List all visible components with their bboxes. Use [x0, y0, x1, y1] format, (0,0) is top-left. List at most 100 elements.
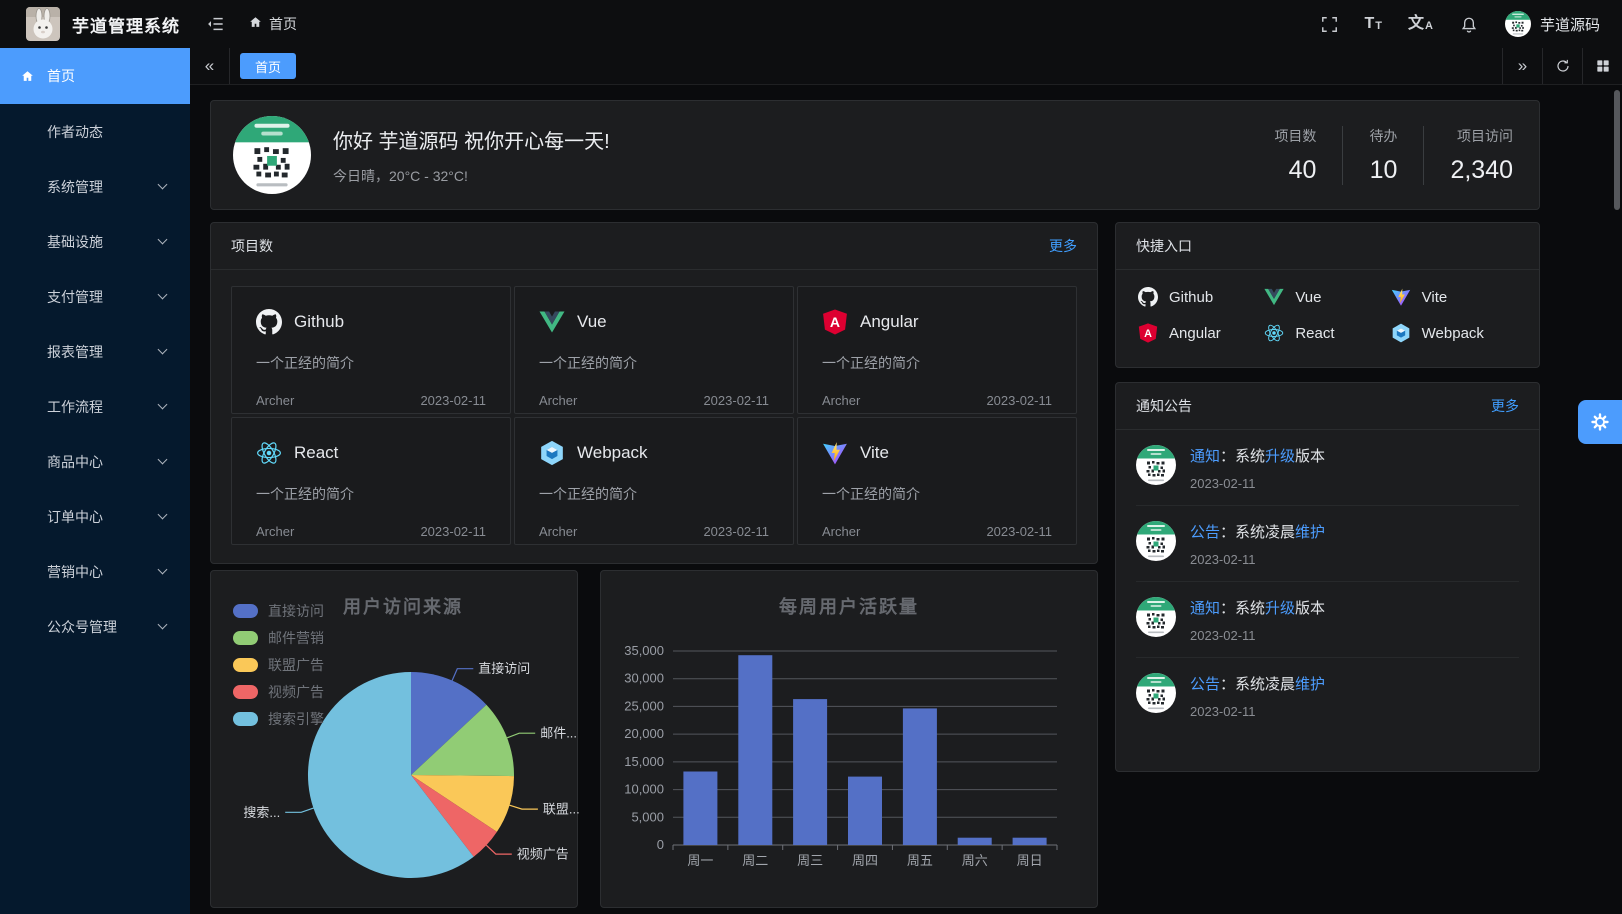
svg-text:25,000: 25,000	[624, 698, 664, 713]
sidebar-item-order[interactable]: 订单中心	[0, 489, 190, 544]
bell-glyph	[1459, 14, 1479, 34]
fullscreen-icon[interactable]	[1320, 15, 1339, 34]
notice-date: 2023-02-11	[1190, 704, 1325, 719]
user-menu[interactable]: 芋道源码	[1505, 11, 1600, 37]
sidebar-item-workflow[interactable]: 工作流程	[0, 379, 190, 434]
app-root: 芋道管理系统 首页 TT 文A 芋道源码 首页作者动态系统管理基础设施支付管理报…	[0, 0, 1622, 914]
shortcut-label: Vue	[1295, 289, 1321, 306]
project-name: Angular	[860, 312, 919, 332]
project-card-vite[interactable]: Vite一个正经的简介Archer2023-02-11	[797, 417, 1077, 545]
legend-item-联盟广告[interactable]: 联盟广告	[233, 651, 324, 678]
notice-date: 2023-02-11	[1190, 552, 1325, 567]
notice-item-3[interactable]: 通知：系统升级版本2023-02-11	[1136, 582, 1519, 658]
project-card-webpack[interactable]: Webpack一个正经的简介Archer2023-02-11	[514, 417, 794, 545]
project-description: 一个正经的简介	[539, 484, 769, 504]
layout-grid-button[interactable]	[1582, 48, 1622, 84]
legend-item-搜索引擎[interactable]: 搜索引擎	[233, 705, 324, 732]
vite-icon	[822, 440, 848, 466]
notices-more-link[interactable]: 更多	[1491, 396, 1519, 416]
notice-item-2[interactable]: 公告：系统凌晨维护2023-02-11	[1136, 506, 1519, 582]
sidebar-item-home[interactable]: 首页	[0, 48, 190, 104]
shortcut-vue[interactable]: Vue	[1264, 287, 1390, 307]
breadcrumb-label: 首页	[269, 14, 297, 34]
projects-panel-title: 项目数	[231, 236, 273, 256]
project-date: 2023-02-11	[420, 393, 486, 408]
sidebar-item-author[interactable]: 作者动态	[0, 104, 190, 159]
welcome-text: 你好 芋道源码 祝你开心每一天! 今日晴，20°C - 32°C!	[333, 125, 610, 186]
stat-label: 项目访问	[1450, 126, 1513, 146]
shortcut-github[interactable]: Github	[1138, 287, 1264, 307]
tabs-scroll-right-button[interactable]: »	[1502, 48, 1542, 84]
tab-home[interactable]: 首页	[240, 53, 296, 79]
settings-gear-button[interactable]	[1578, 400, 1622, 444]
breadcrumb-home-icon	[248, 15, 263, 30]
sidebar-item-system[interactable]: 系统管理	[0, 159, 190, 214]
project-description: 一个正经的简介	[256, 484, 486, 504]
project-card-react[interactable]: React一个正经的简介Archer2023-02-11	[231, 417, 511, 545]
font-size-icon[interactable]: TT	[1365, 16, 1383, 32]
notification-bell-icon[interactable]	[1459, 14, 1479, 34]
notice-title-segment: ：系统凌晨	[1220, 676, 1295, 693]
legend-label: 直接访问	[268, 601, 324, 621]
sidebar-item-mp[interactable]: 公众号管理	[0, 599, 190, 654]
notice-item-1[interactable]: 通知：系统升级版本2023-02-11	[1136, 430, 1519, 506]
tabs-scroll-left-button[interactable]: «	[190, 48, 230, 84]
bar-chart-card: 每周用户活跃量 05,00010,00015,00020,00025,00030…	[600, 570, 1098, 908]
notice-body-text: 通知：系统升级版本2023-02-11	[1190, 597, 1325, 643]
menu-fold-icon[interactable]	[206, 14, 226, 34]
sidebar-item-infra[interactable]: 基础设施	[0, 214, 190, 269]
home-icon	[20, 69, 35, 84]
svg-text:周一: 周一	[687, 853, 713, 868]
notice-title-segment: 升级	[1265, 448, 1295, 465]
svg-text:周四: 周四	[852, 853, 878, 868]
language-glyph-small: A	[1425, 21, 1433, 32]
notice-avatar	[1136, 445, 1176, 485]
project-author: Archer	[822, 393, 860, 408]
weather-text: 今日晴，20°C - 32°C!	[333, 166, 610, 186]
project-author: Archer	[539, 524, 577, 539]
refresh-button[interactable]	[1542, 48, 1582, 84]
shortcut-vite[interactable]: Vite	[1391, 287, 1517, 307]
notices-list: 通知：系统升级版本2023-02-11公告：系统凌晨维护2023-02-11通知…	[1116, 430, 1539, 733]
sidebar-item-product[interactable]: 商品中心	[0, 434, 190, 489]
notice-title-segment: 版本	[1295, 448, 1325, 465]
scrollbar-thumb[interactable]	[1614, 90, 1620, 210]
svg-text:周六: 周六	[962, 853, 988, 868]
sidebar-item-label: 工作流程	[47, 397, 103, 417]
project-name: Github	[294, 312, 344, 332]
sidebar-item-report[interactable]: 报表管理	[0, 324, 190, 379]
breadcrumb[interactable]: 首页	[248, 14, 297, 34]
top-header: 芋道管理系统 首页 TT 文A 芋道源码	[0, 0, 1622, 48]
project-card-github[interactable]: Github一个正经的简介Archer2023-02-11	[231, 286, 511, 414]
project-card-vue[interactable]: Vue一个正经的简介Archer2023-02-11	[514, 286, 794, 414]
project-date: 2023-02-11	[986, 393, 1052, 408]
project-card-footer: Archer2023-02-11	[822, 524, 1052, 539]
sidebar-item-marketing[interactable]: 营销中心	[0, 544, 190, 599]
pie-chart-card: 用户访问来源 直接访问邮件营销联盟广告视频广告搜索引擎 直接访问邮件...联盟.…	[210, 570, 578, 908]
language-icon[interactable]: 文A	[1408, 16, 1433, 32]
shortcut-webpack[interactable]: Webpack	[1391, 323, 1517, 343]
shortcut-angular[interactable]: AAngular	[1138, 323, 1264, 343]
pie-chart-title: 用户访问来源	[343, 593, 463, 619]
bar-周日	[1013, 838, 1047, 845]
sidebar-item-pay[interactable]: 支付管理	[0, 269, 190, 324]
react-icon	[1264, 323, 1284, 343]
svg-text:30,000: 30,000	[624, 671, 664, 686]
chevron-down-icon	[158, 290, 168, 300]
legend-item-视频广告[interactable]: 视频广告	[233, 678, 324, 705]
legend-item-邮件营销[interactable]: 邮件营销	[233, 624, 324, 651]
shortcut-label: Vite	[1422, 289, 1448, 306]
legend-item-直接访问[interactable]: 直接访问	[233, 597, 324, 624]
svg-text:视频广告: 视频广告	[517, 847, 569, 862]
project-card-angular[interactable]: AAngular一个正经的简介Archer2023-02-11	[797, 286, 1077, 414]
github-icon	[256, 309, 282, 335]
project-card-header: Vue	[539, 309, 769, 335]
notice-item-4[interactable]: 公告：系统凌晨维护2023-02-11	[1136, 658, 1519, 733]
notice-date: 2023-02-11	[1190, 476, 1325, 491]
font-size-glyph-big: T	[1365, 16, 1375, 32]
svg-text:5,000: 5,000	[631, 809, 664, 824]
vite-icon	[1391, 287, 1411, 307]
sidebar-item-label: 基础设施	[47, 232, 103, 252]
projects-more-link[interactable]: 更多	[1049, 236, 1077, 256]
shortcut-react[interactable]: React	[1264, 323, 1390, 343]
